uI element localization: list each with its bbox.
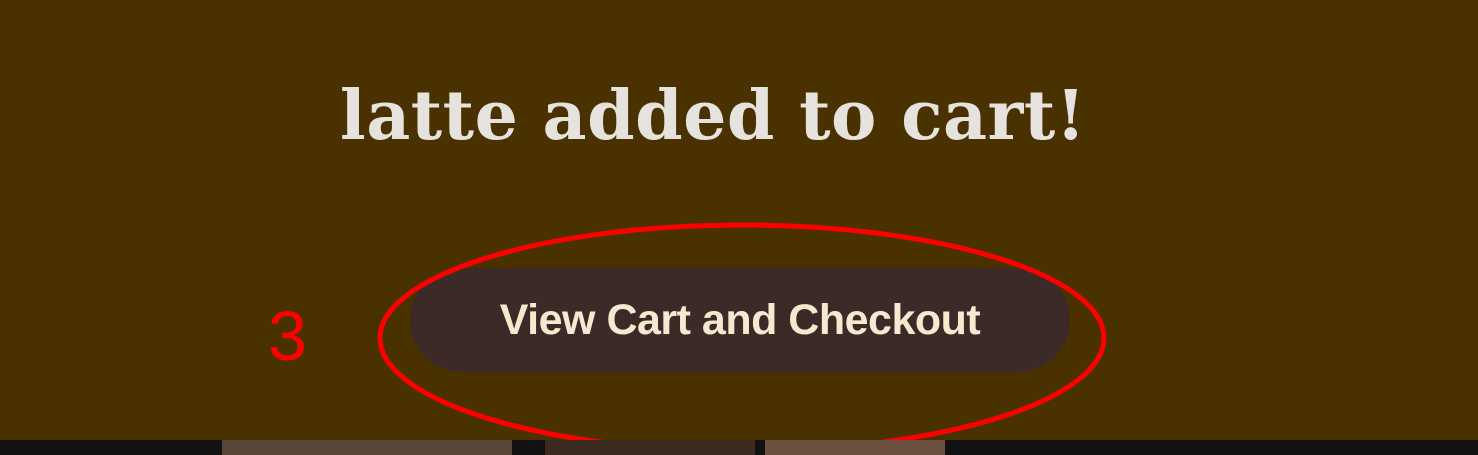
product-image [765,440,945,455]
product-image [545,440,755,455]
view-cart-checkout-button[interactable]: View Cart and Checkout [410,268,1070,372]
product-image [222,440,512,455]
cart-confirmation-banner: latte added to cart! View Cart and Check… [0,0,1478,440]
added-to-cart-message: latte added to cart! [339,76,1087,156]
annotation-step-number: 3 [268,297,307,375]
product-image-strip [0,440,1478,455]
